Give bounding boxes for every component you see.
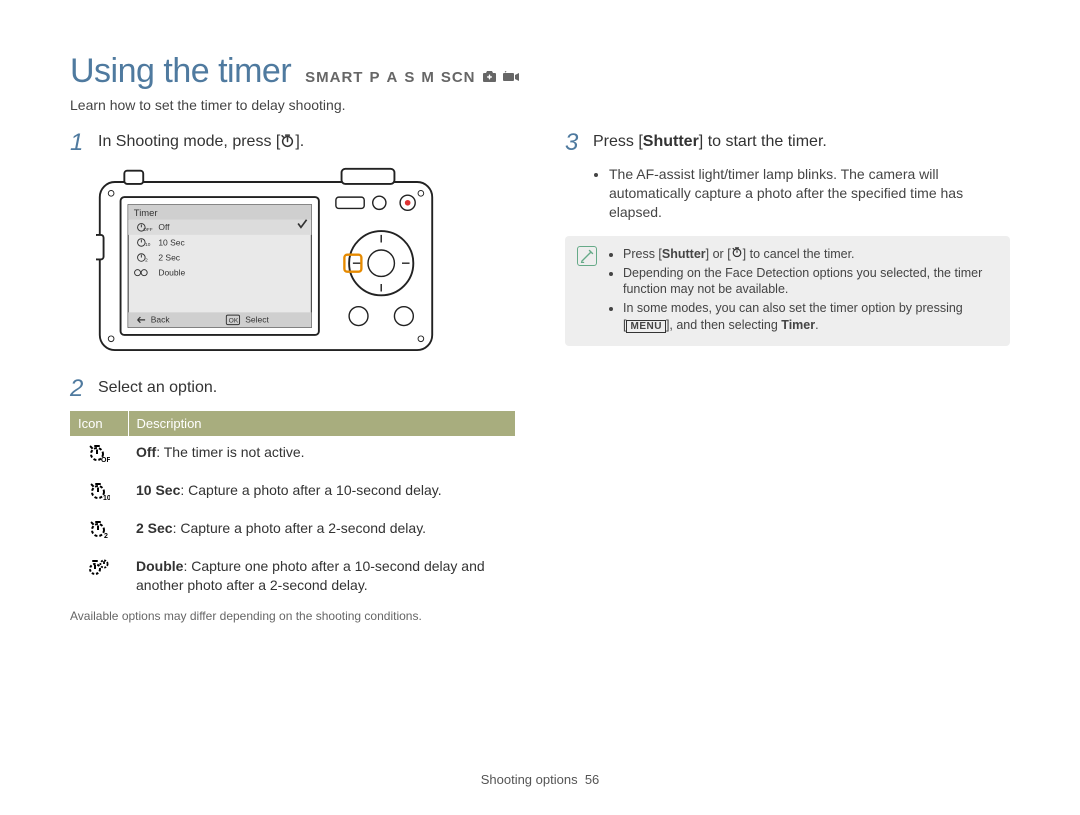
page-footer: Shooting options 56: [0, 772, 1080, 787]
th-icon: Icon: [70, 411, 128, 436]
svg-text:OFF: OFF: [101, 457, 110, 463]
step-1-number: 1: [70, 131, 88, 155]
svg-text:10 Sec: 10 Sec: [158, 237, 185, 247]
menu-button-label: MENU: [626, 320, 665, 333]
table-row: OFF Off: The timer is not active.: [70, 436, 515, 474]
table-row: 2 2 Sec: Capture a photo after a 2-secon…: [70, 512, 515, 550]
camera-diagram: Timer OFF Off 10 10 Sec 2 2 Sec: [96, 165, 515, 359]
svg-text:Off: Off: [158, 222, 170, 232]
svg-text:OK: OK: [229, 318, 239, 325]
svg-text:Double: Double: [158, 267, 185, 277]
mode-m: M: [421, 69, 435, 86]
step-1-text: In Shooting mode, press [].: [98, 131, 304, 155]
camera-plus-icon: [482, 70, 497, 86]
table-row: 10 10 Sec: Capture a photo after a 10-se…: [70, 474, 515, 512]
svg-text:Back: Back: [151, 315, 171, 325]
options-footnote: Available options may differ depending o…: [70, 609, 515, 623]
svg-text:2: 2: [145, 257, 148, 263]
step-3-text: Press [Shutter] to start the timer.: [593, 131, 827, 155]
lcd-menu-title: Timer: [134, 208, 158, 219]
timer-icon: [280, 133, 295, 155]
step-2-number: 2: [70, 377, 88, 401]
page-subtitle: Learn how to set the timer to delay shoo…: [70, 97, 1010, 113]
mode-s: S: [404, 69, 415, 86]
note-item: In some modes, you can also set the time…: [623, 300, 998, 334]
note-icon: [577, 246, 597, 266]
table-row: Double: Capture one photo after a 10-sec…: [70, 550, 515, 600]
svg-text:10: 10: [103, 495, 110, 501]
svg-text:2 Sec: 2 Sec: [158, 252, 180, 262]
timer-icon: [731, 247, 743, 261]
timer-10s-icon: 10: [88, 488, 110, 504]
page-title: Using the timer: [70, 52, 291, 91]
timer-2s-icon: 2: [88, 526, 110, 542]
mode-list: SMART P A S M SCN ▸: [305, 69, 519, 86]
svg-text:OFF: OFF: [143, 227, 153, 233]
note-item: Press [Shutter] or [] to cancel the time…: [623, 246, 998, 263]
step-3-number: 3: [565, 131, 583, 155]
mode-p: P: [369, 69, 380, 86]
timer-off-icon: OFF: [88, 450, 110, 466]
mode-a: A: [386, 69, 398, 86]
note-item: Depending on the Face Detection options …: [623, 265, 998, 299]
mode-smart: SMART: [305, 69, 363, 86]
svg-text:▸: ▸: [504, 70, 508, 74]
svg-text:Select: Select: [245, 315, 269, 325]
svg-text:2: 2: [104, 533, 108, 539]
th-desc: Description: [128, 411, 515, 436]
options-table: Icon Description OFF Off: The timer is n…: [70, 411, 515, 601]
mode-scn: SCN: [441, 69, 476, 86]
step-2-text: Select an option.: [98, 377, 217, 401]
timer-double-icon: [87, 564, 111, 580]
movie-icon: ▸: [503, 70, 520, 86]
note-box: Press [Shutter] or [] to cancel the time…: [565, 236, 1010, 346]
svg-text:10: 10: [145, 242, 151, 248]
step-3-bullet: The AF-assist light/timer lamp blinks. T…: [609, 165, 1010, 222]
